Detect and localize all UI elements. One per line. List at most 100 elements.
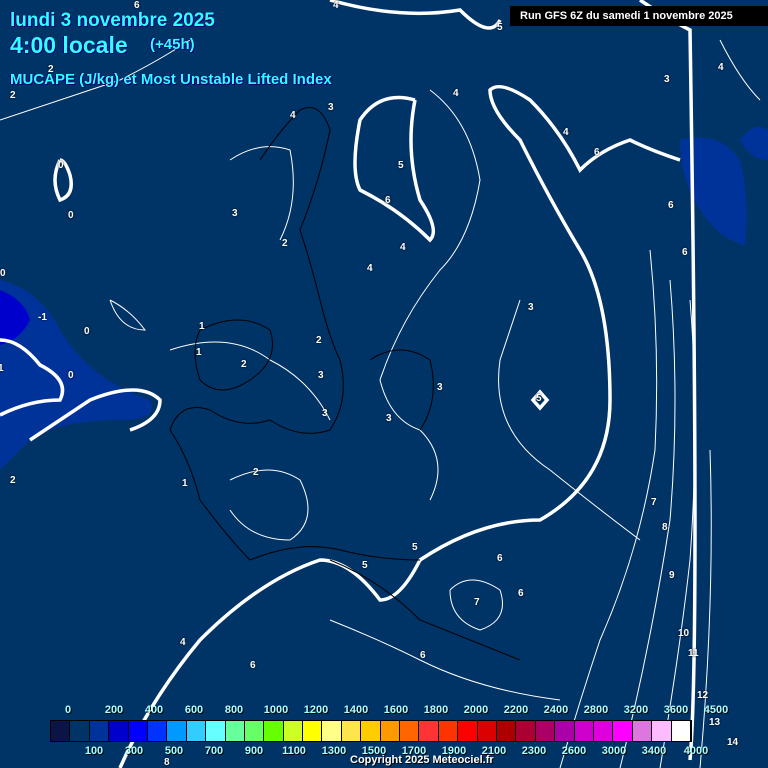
contour-label: 4 xyxy=(400,242,406,253)
legend-swatch xyxy=(206,721,226,741)
legend-swatch xyxy=(244,721,265,741)
contour-label: 2 xyxy=(316,335,322,346)
legend-swatch xyxy=(128,721,148,741)
legend-swatch xyxy=(361,721,381,741)
legend-tick-top: 200 xyxy=(104,704,124,716)
legend-swatch xyxy=(438,721,459,741)
contour-label: 2 xyxy=(48,64,54,75)
legend-tick-top: 1600 xyxy=(383,704,409,716)
mucape-map xyxy=(0,0,768,768)
legend-swatch xyxy=(283,721,304,741)
legend-tick-top: 3600 xyxy=(663,704,689,716)
legend-tick-bottom: 500 xyxy=(164,745,184,757)
contour-label: 3 xyxy=(328,102,334,113)
legend-tick-top: 2000 xyxy=(463,704,489,716)
contour-label: 6 xyxy=(250,660,256,671)
cape-area-northeast xyxy=(680,137,747,245)
contour-label: 6 xyxy=(682,247,688,258)
legend-swatch xyxy=(477,721,497,741)
legend-tick-bottom: 300 xyxy=(124,745,144,757)
parameter-title: MUCAPE (J/kg) et Most Unstable Lifted In… xyxy=(10,71,332,88)
legend-swatch xyxy=(574,721,594,741)
contour-label: 2 xyxy=(241,359,247,370)
legend-swatch xyxy=(516,721,536,741)
legend-swatch xyxy=(400,721,420,741)
contour-label: 6 xyxy=(134,0,140,11)
contour-label: 6 xyxy=(518,588,524,599)
contour-label: 14 xyxy=(727,737,739,748)
contour-label: 6 xyxy=(385,195,391,206)
contour-label: 13 xyxy=(709,717,721,728)
legend-tick-top: 2200 xyxy=(503,704,529,716)
legend-tick-bottom: 4000 xyxy=(683,745,709,757)
contour-label: 4 xyxy=(333,0,339,11)
contour-label: 0 xyxy=(58,160,64,171)
legend-tick-bottom: 2600 xyxy=(561,745,587,757)
legend-tick-top: 800 xyxy=(224,704,244,716)
legend-swatch xyxy=(419,721,439,741)
color-scale-legend xyxy=(50,720,692,742)
legend-swatch xyxy=(70,721,90,741)
legend-tick-top: 0 xyxy=(64,704,72,716)
contour-label: 2 xyxy=(282,238,288,249)
contour-label: 2 xyxy=(10,475,16,486)
contour-label: -1 xyxy=(38,312,47,323)
contour-label: 5 xyxy=(536,393,542,404)
legend-swatch xyxy=(632,721,653,741)
legend-tick-top: 2400 xyxy=(543,704,569,716)
contour-label: 1 xyxy=(196,347,202,358)
contour-label: 0 xyxy=(68,210,74,221)
legend-swatch xyxy=(593,721,614,741)
contour-label: 5 xyxy=(412,542,418,553)
legend-tick-bottom: 1300 xyxy=(321,745,347,757)
contour-label: 1 xyxy=(182,478,188,489)
run-info: Run GFS 6Z du samedi 1 novembre 2025 xyxy=(510,6,768,26)
legend-swatch xyxy=(167,721,187,741)
legend-swatch xyxy=(51,721,71,741)
contour-label: 9 xyxy=(669,570,675,581)
contour-label: 4 xyxy=(453,88,459,99)
contour-label: 4 xyxy=(718,62,724,73)
cape-area-ne-corner xyxy=(740,126,768,160)
legend-swatch xyxy=(341,721,362,741)
contour-label: 0 xyxy=(84,326,90,337)
contour-label: 0 xyxy=(0,268,6,279)
contour-label: 3 xyxy=(318,370,324,381)
legend-tick-top: 1200 xyxy=(303,704,329,716)
contour-label: 5 xyxy=(497,22,503,33)
contour-label: 6 xyxy=(594,147,600,158)
contour-label: 6 xyxy=(420,650,426,661)
legend-swatch xyxy=(613,721,633,741)
legend-swatch xyxy=(380,721,401,741)
legend-tick-bottom: 100 xyxy=(84,745,104,757)
contour-label: 0 xyxy=(68,370,74,381)
copyright: Copyright 2025 Meteociel.fr xyxy=(350,754,494,766)
contour-label: 3 xyxy=(528,302,534,313)
legend-swatch xyxy=(652,721,672,741)
contour-label: 4 xyxy=(180,637,186,648)
contour-label: 3 xyxy=(386,413,392,424)
contour-label: 3 xyxy=(437,382,443,393)
forecast-date: lundi 3 novembre 2025 xyxy=(10,10,215,31)
contour-label: 4 xyxy=(367,263,373,274)
legend-swatch xyxy=(147,721,168,741)
contour-label: 3 xyxy=(322,408,328,419)
legend-tick-top: 1800 xyxy=(423,704,449,716)
contour-label: 1 xyxy=(0,363,4,374)
legend-tick-bottom: 3000 xyxy=(601,745,627,757)
legend-tick-top: 1400 xyxy=(343,704,369,716)
contour-label: 3 xyxy=(664,74,670,85)
legend-tick-bottom: 3400 xyxy=(641,745,667,757)
legend-swatch xyxy=(458,721,478,741)
forecast-lead-time: (+45h) xyxy=(150,36,195,53)
legend-swatch xyxy=(89,721,110,741)
legend-swatch xyxy=(555,721,575,741)
legend-tick-top: 1000 xyxy=(263,704,289,716)
contour-label: 1 xyxy=(199,321,205,332)
legend-swatch xyxy=(671,721,691,741)
contour-label: 8 xyxy=(662,522,668,533)
legend-swatch xyxy=(225,721,245,741)
contour-label: 6 xyxy=(497,553,503,564)
contour-label: 7 xyxy=(651,497,657,508)
legend-tick-top: 600 xyxy=(184,704,204,716)
